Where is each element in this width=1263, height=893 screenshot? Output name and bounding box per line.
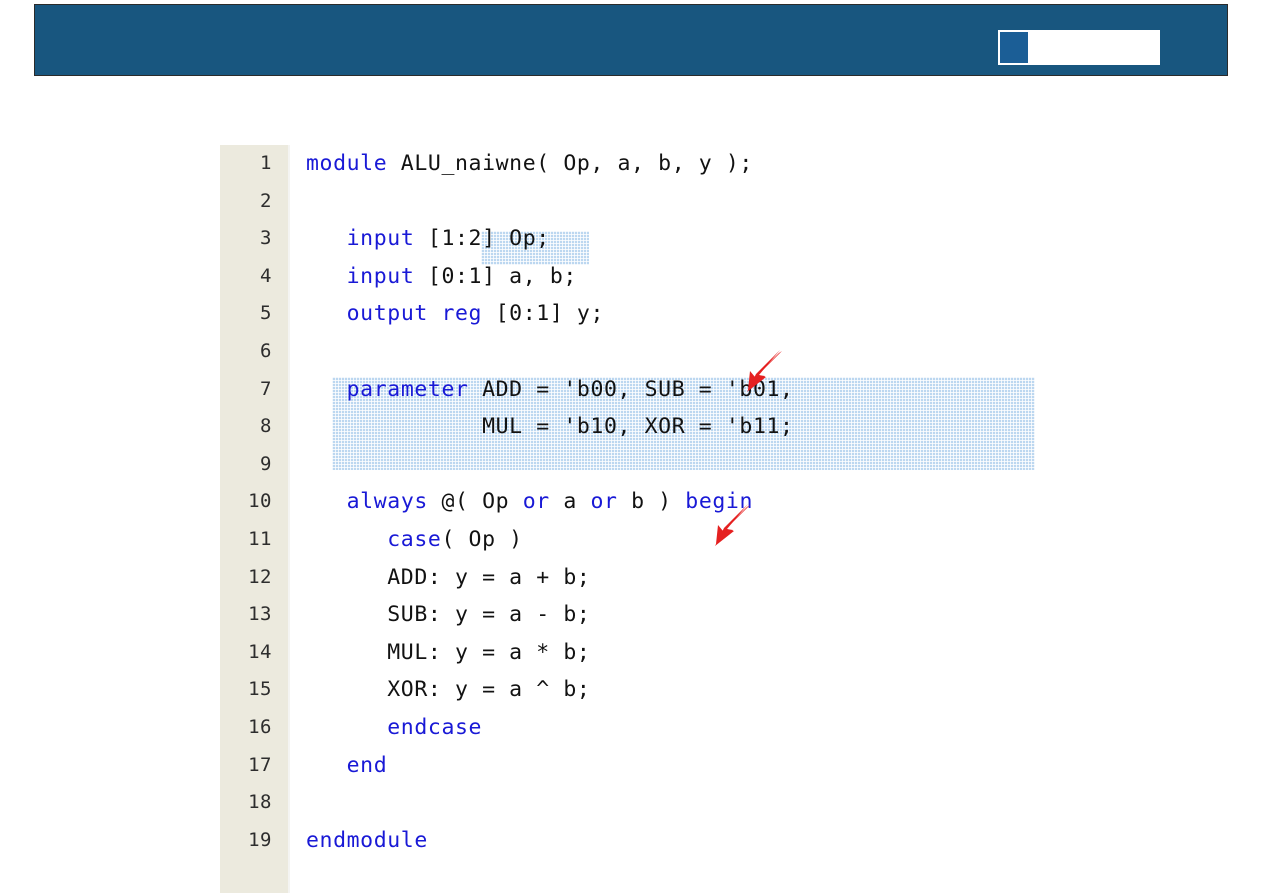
code-keyword: begin xyxy=(685,489,754,515)
code-editor[interactable]: 1 module ALU_naiwne( Op, a, b, y ); 2 3 inp… xyxy=(220,145,1263,893)
code-line[interactable]: 8 MUL = 'b10, XOR = 'b11; xyxy=(220,408,1263,446)
code-line-text: parameter ADD = 'b00, SUB = 'b01, xyxy=(306,371,794,409)
line-number: 14 xyxy=(248,640,272,663)
code-keyword: output reg xyxy=(346,301,483,327)
code-line-text: input [1:2] Op; xyxy=(306,220,550,258)
code-line-text: MUL: y = a * b; xyxy=(306,634,590,672)
header-title-marker-icon xyxy=(1000,32,1028,63)
code-plain: [1:2] Op; xyxy=(414,226,550,252)
code-plain: @( Op xyxy=(427,489,523,515)
code-line[interactable]: 13 SUB: y = a - b; xyxy=(220,596,1263,634)
code-keyword: input xyxy=(346,226,415,252)
line-number: 12 xyxy=(248,565,272,588)
code-line[interactable]: 19 endmodule xyxy=(220,822,1263,860)
code-line-text: always @( Op or a or b ) begin xyxy=(306,483,753,521)
code-line-text: XOR: y = a ^ b; xyxy=(306,671,590,709)
line-number: 15 xyxy=(248,678,272,701)
line-number: 13 xyxy=(248,603,272,626)
code-keyword: parameter xyxy=(346,376,469,402)
code-plain xyxy=(306,527,387,552)
code-keyword: input xyxy=(346,263,415,289)
slide-header-banner xyxy=(34,4,1228,76)
code-plain: [0:1] y; xyxy=(482,301,604,327)
code-plain xyxy=(306,264,347,289)
code-line[interactable]: 17 end xyxy=(220,747,1263,785)
code-line-text: SUB: y = a - b; xyxy=(306,596,590,634)
code-keyword: always xyxy=(346,489,428,515)
line-number: 7 xyxy=(260,377,272,400)
code-plain: [0:1] a, b; xyxy=(414,263,577,289)
code-line[interactable]: 12 ADD: y = a + b; xyxy=(220,559,1263,597)
code-keyword: module xyxy=(306,151,388,176)
line-number: 9 xyxy=(260,452,272,475)
line-number: 8 xyxy=(260,415,272,438)
code-plain: MUL = 'b10, XOR = 'b11; xyxy=(306,414,794,440)
code-line-text: MUL = 'b10, XOR = 'b11; xyxy=(306,408,794,446)
code-line[interactable]: 9 xyxy=(220,446,1263,484)
line-number: 6 xyxy=(260,339,272,362)
code-line[interactable]: 15 XOR: y = a ^ b; xyxy=(220,671,1263,709)
line-number: 11 xyxy=(248,527,272,550)
line-number: 3 xyxy=(260,227,272,250)
code-line[interactable]: 7 parameter ADD = 'b00, SUB = 'b01, xyxy=(220,371,1263,409)
code-plain xyxy=(306,715,387,740)
code-plain xyxy=(306,226,347,251)
code-plain xyxy=(306,377,347,402)
code-line-text: module ALU_naiwne( Op, a, b, y ); xyxy=(306,145,753,183)
line-number: 17 xyxy=(248,753,272,776)
line-number: 16 xyxy=(248,715,272,738)
code-line-text: endcase xyxy=(306,709,482,747)
code-line-text: ADD: y = a + b; xyxy=(306,559,590,597)
line-number: 19 xyxy=(248,828,272,851)
code-keyword: case xyxy=(387,526,442,552)
code-plain: a xyxy=(549,489,591,515)
code-line[interactable]: 10 always @( Op or a or b ) begin xyxy=(220,483,1263,521)
code-line[interactable]: 14 MUL: y = a * b; xyxy=(220,634,1263,672)
code-line-text: input [0:1] a, b; xyxy=(306,258,577,296)
code-plain: XOR: y = a ^ b; xyxy=(306,677,591,703)
code-line[interactable]: 4 input [0:1] a, b; xyxy=(220,258,1263,296)
line-number: 4 xyxy=(260,264,272,287)
code-line[interactable]: 6 xyxy=(220,333,1263,371)
code-line-text: end xyxy=(306,747,387,785)
code-line-text: endmodule xyxy=(306,822,428,860)
code-line-text: case( Op ) xyxy=(306,521,523,559)
code-plain: ADD = 'b00, SUB = 'b01, xyxy=(468,376,794,402)
code-plain: b ) xyxy=(617,489,686,515)
code-plain xyxy=(306,753,347,778)
code-plain: ( Op ) xyxy=(441,526,523,552)
code-keyword: end xyxy=(346,752,388,778)
header-title-text xyxy=(1034,30,1156,65)
code-plain: ADD: y = a + b; xyxy=(306,564,591,590)
code-line[interactable]: 11 case( Op ) xyxy=(220,521,1263,559)
line-number: 1 xyxy=(260,152,272,174)
line-number: 5 xyxy=(260,302,272,325)
line-number: 10 xyxy=(248,490,272,513)
code-keyword: endcase xyxy=(387,714,483,740)
header-title-box xyxy=(998,30,1160,65)
code-plain: MUL: y = a * b; xyxy=(306,639,591,665)
code-plain: ALU_naiwne( Op, a, b, y ); xyxy=(387,151,753,176)
line-number: 2 xyxy=(260,189,272,212)
code-line[interactable]: 2 xyxy=(220,183,1263,221)
code-line-text: output reg [0:1] y; xyxy=(306,295,604,333)
code-line[interactable]: 5 output reg [0:1] y; xyxy=(220,295,1263,333)
code-plain: SUB: y = a - b; xyxy=(306,602,591,628)
line-number: 18 xyxy=(248,791,272,814)
code-plain xyxy=(306,489,347,514)
code-plain xyxy=(306,301,347,326)
code-line[interactable]: 3 input [1:2] Op; xyxy=(220,220,1263,258)
code-line[interactable]: 16 endcase xyxy=(220,709,1263,747)
code-keyword: or xyxy=(590,489,618,515)
code-lines-container[interactable]: 1 module ALU_naiwne( Op, a, b, y ); 2 3 inp… xyxy=(220,145,1263,859)
code-keyword: endmodule xyxy=(306,827,428,853)
code-line[interactable]: 18 xyxy=(220,784,1263,822)
code-keyword: or xyxy=(522,489,550,515)
code-line[interactable]: 1 module ALU_naiwne( Op, a, b, y ); xyxy=(220,145,1263,183)
